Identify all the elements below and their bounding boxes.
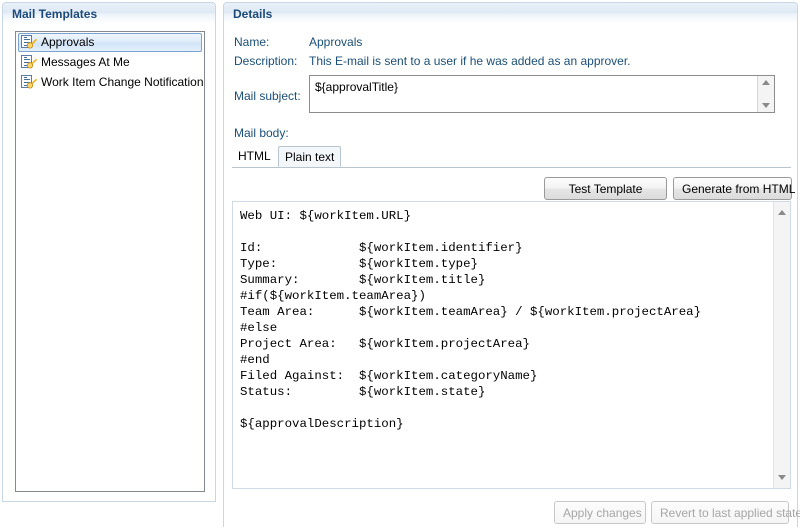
list-item[interactable]: Work Item Change Notification	[18, 73, 204, 92]
list-item-label: Work Item Change Notification	[41, 75, 204, 89]
mail-body-label: Mail body:	[234, 126, 289, 140]
mail-body-editor[interactable]: Web UI: ${workItem.URL} Id: ${workItem.i…	[232, 201, 791, 489]
list-item[interactable]: Messages At Me	[18, 53, 202, 72]
mail-templates-panel-title: Mail Templates	[3, 3, 215, 25]
name-label: Name:	[234, 35, 270, 49]
apply-changes-button[interactable]: Apply changes	[554, 501, 646, 524]
mail-templates-panel: Mail Templates Approvals Messages At Me …	[2, 2, 216, 502]
tab-html[interactable]: HTML	[232, 146, 277, 167]
mail-subject-label: Mail subject:	[234, 89, 301, 103]
list-item-label: Messages At Me	[41, 55, 130, 69]
mail-body-scrollbar[interactable]	[773, 202, 790, 488]
test-template-button[interactable]: Test Template	[544, 177, 667, 200]
mail-template-icon	[21, 75, 37, 90]
scroll-up-icon[interactable]	[762, 80, 770, 85]
mail-body-tabs: HTML Plain text	[232, 146, 791, 168]
mail-subject-input[interactable]: ${approvalTitle}	[309, 75, 775, 113]
description-value: This E-mail is sent to a user if he was …	[309, 54, 631, 68]
mail-subject-value: ${approvalTitle}	[315, 80, 398, 94]
mail-templates-list[interactable]: Approvals Messages At Me Work Item Chang…	[15, 31, 205, 492]
details-panel-body: Name: Approvals Description: This E-mail…	[224, 25, 800, 527]
key-icon	[26, 79, 37, 89]
scroll-up-icon[interactable]	[778, 210, 786, 215]
mail-template-icon	[21, 55, 37, 70]
mail-template-icon	[21, 35, 37, 50]
list-item-label: Approvals	[41, 35, 95, 49]
tab-plain-text[interactable]: Plain text	[278, 146, 342, 167]
key-icon	[26, 59, 37, 69]
mail-body-text[interactable]: Web UI: ${workItem.URL} Id: ${workItem.i…	[240, 208, 770, 432]
generate-from-html-button[interactable]: Generate from HTML	[673, 177, 795, 200]
description-label: Description:	[234, 54, 298, 68]
name-value: Approvals	[309, 35, 363, 49]
mail-subject-scrollbar[interactable]	[757, 76, 774, 112]
details-panel-title: Details	[224, 3, 797, 25]
mail-templates-panel-body: Approvals Messages At Me Work Item Chang…	[3, 25, 215, 501]
list-item[interactable]: Approvals	[18, 33, 202, 52]
details-panel: Details Name: Approvals Description: Thi…	[223, 2, 800, 527]
key-icon	[26, 39, 37, 49]
scroll-down-icon[interactable]	[762, 103, 770, 108]
revert-to-last-applied-state-button[interactable]: Revert to last applied state	[651, 501, 800, 524]
scroll-down-icon[interactable]	[778, 475, 786, 480]
